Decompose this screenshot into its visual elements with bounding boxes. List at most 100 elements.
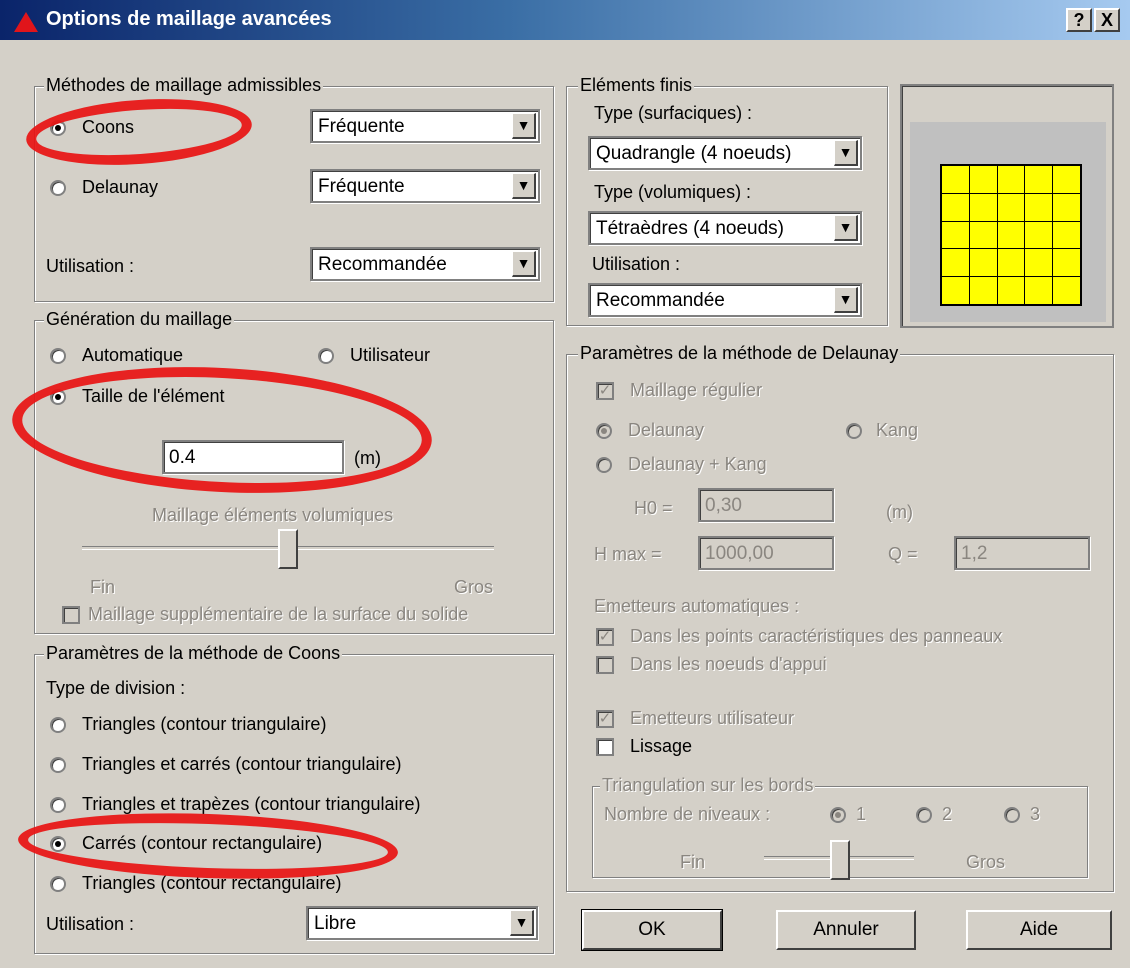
- auto-emitters-label: Emetteurs automatiques :: [594, 596, 800, 616]
- delaunay-label: Delaunay: [82, 177, 159, 197]
- volumic-slider-min-label: Fin: [90, 577, 116, 597]
- generation-legend: Génération du maillage: [44, 309, 235, 330]
- mesh-cell: [1053, 277, 1080, 304]
- hmax-input[interactable]: 1000,00: [698, 536, 834, 570]
- mesh-preview: [900, 84, 1114, 328]
- q-value: 1,2: [961, 543, 988, 564]
- volumic-slider-max-label: Gros: [454, 577, 494, 597]
- division-option-radio[interactable]: [50, 757, 66, 773]
- hmax-label: H max =: [594, 544, 662, 564]
- kang-label: Kang: [876, 420, 919, 440]
- delaunay-kang-radio[interactable]: [596, 457, 612, 473]
- help-dialog-button[interactable]: Aide: [966, 910, 1112, 950]
- delaunay-method-radio[interactable]: [596, 423, 612, 439]
- user-radio[interactable]: [318, 348, 334, 364]
- chevron-down-icon[interactable]: ▼: [834, 140, 858, 166]
- chevron-down-icon[interactable]: ▼: [510, 910, 534, 936]
- mesh-cell: [1025, 249, 1053, 277]
- methods-usage-select[interactable]: Recommandée ▼: [310, 247, 540, 281]
- emit-points-label: Dans les points caractéristiques des pan…: [630, 626, 1003, 646]
- volume-type-label: Type (volumiques) :: [594, 182, 752, 202]
- delaunay-kang-label: Delaunay + Kang: [628, 454, 767, 474]
- mesh-cell: [1025, 277, 1053, 304]
- chevron-down-icon[interactable]: ▼: [512, 113, 536, 139]
- division-option-radio[interactable]: [50, 797, 66, 813]
- extra-surface-checkbox[interactable]: [62, 606, 80, 624]
- emit-user-checkbox[interactable]: ✓: [596, 710, 614, 728]
- mesh-cell: [942, 166, 969, 193]
- h0-input[interactable]: 0,30: [698, 488, 834, 522]
- automatic-label: Automatique: [82, 345, 184, 365]
- volumic-slider-thumb[interactable]: [278, 529, 298, 569]
- mesh-cell: [969, 193, 997, 221]
- finite-usage-label: Utilisation :: [592, 254, 681, 274]
- levels-label: Nombre de niveaux :: [604, 804, 771, 824]
- hmax-value: 1000,00: [705, 543, 774, 564]
- mesh-cell: [997, 277, 1025, 304]
- chevron-down-icon[interactable]: ▼: [834, 287, 858, 313]
- level-2-label: 2: [942, 804, 953, 824]
- methods-legend: Méthodes de maillage admissibles: [44, 75, 324, 96]
- h0-value: 0,30: [705, 495, 742, 516]
- mesh-cell: [997, 249, 1025, 277]
- methods-usage-value: Recommandée: [318, 254, 447, 275]
- mesh-cell: [1053, 166, 1080, 193]
- coons-usage-select[interactable]: Libre ▼: [306, 906, 538, 940]
- help-button[interactable]: ?: [1066, 8, 1092, 32]
- cancel-button[interactable]: Annuler: [776, 910, 916, 950]
- level-3-radio[interactable]: [1004, 807, 1020, 823]
- chevron-down-icon[interactable]: ▼: [834, 215, 858, 241]
- mesh-cell: [942, 249, 969, 277]
- mesh-cell: [997, 221, 1025, 249]
- mesh-cell: [1053, 249, 1080, 277]
- division-option-label: Triangles et trapèzes (contour triangula…: [82, 794, 421, 814]
- user-label: Utilisateur: [350, 345, 431, 365]
- surface-type-select[interactable]: Quadrangle (4 noeuds) ▼: [588, 136, 862, 170]
- q-input[interactable]: 1,2: [954, 536, 1090, 570]
- volumic-mesh-label: Maillage éléments volumiques: [152, 505, 394, 525]
- surface-type-value: Quadrangle (4 noeuds): [596, 143, 792, 164]
- automatic-radio[interactable]: [50, 348, 66, 364]
- division-option-radio[interactable]: [50, 876, 66, 892]
- delaunay-frequency-value: Fréquente: [318, 176, 405, 197]
- mesh-cell: [997, 193, 1025, 221]
- extra-surface-label: Maillage supplémentaire de la surface du…: [88, 604, 469, 624]
- smoothing-checkbox[interactable]: [596, 738, 614, 756]
- mesh-cell: [1053, 193, 1080, 221]
- h0-unit: (m): [886, 502, 913, 522]
- finite-elements-legend: Eléments finis: [578, 75, 695, 96]
- kang-radio[interactable]: [846, 423, 862, 439]
- mesh-cell: [969, 221, 997, 249]
- chevron-down-icon[interactable]: ▼: [512, 173, 536, 199]
- q-label: Q =: [888, 544, 918, 564]
- triangulation-slider-max-label: Gros: [966, 852, 1006, 872]
- emit-points-checkbox[interactable]: ✓: [596, 628, 614, 646]
- mesh-cell: [997, 166, 1025, 193]
- title-bar[interactable]: Options de maillage avancées ? X: [0, 0, 1130, 40]
- mesh-cell: [969, 249, 997, 277]
- finite-usage-select[interactable]: Recommandée ▼: [588, 283, 862, 317]
- volume-type-select[interactable]: Tétraèdres (4 noeuds) ▼: [588, 211, 862, 245]
- regular-mesh-checkbox[interactable]: ✓: [596, 382, 614, 400]
- coons-params-legend: Paramètres de la méthode de Coons: [44, 643, 343, 664]
- level-2-radio[interactable]: [916, 807, 932, 823]
- app-logo-icon: [14, 12, 38, 32]
- triangulation-slider-thumb[interactable]: [830, 840, 850, 880]
- delaunay-radio[interactable]: [50, 180, 66, 196]
- level-1-radio[interactable]: [830, 807, 846, 823]
- surface-type-label: Type (surfaciques) :: [594, 103, 753, 123]
- delaunay-frequency-select[interactable]: Fréquente ▼: [310, 169, 540, 203]
- close-button[interactable]: X: [1094, 8, 1120, 32]
- window-title: Options de maillage avancées: [46, 8, 332, 30]
- division-option-radio[interactable]: [50, 717, 66, 733]
- finite-usage-value: Recommandée: [596, 290, 725, 311]
- emit-nodes-checkbox[interactable]: [596, 656, 614, 674]
- coons-frequency-select[interactable]: Fréquente ▼: [310, 109, 540, 143]
- mesh-cell: [1053, 221, 1080, 249]
- volume-type-value: Tétraèdres (4 noeuds): [596, 218, 784, 239]
- emit-nodes-label: Dans les noeuds d'appui: [630, 654, 827, 674]
- chevron-down-icon[interactable]: ▼: [512, 251, 536, 277]
- border-triangulation-legend: Triangulation sur les bords: [600, 775, 816, 796]
- delaunay-params-legend: Paramètres de la méthode de Delaunay: [578, 343, 901, 364]
- ok-button[interactable]: OK: [581, 909, 723, 951]
